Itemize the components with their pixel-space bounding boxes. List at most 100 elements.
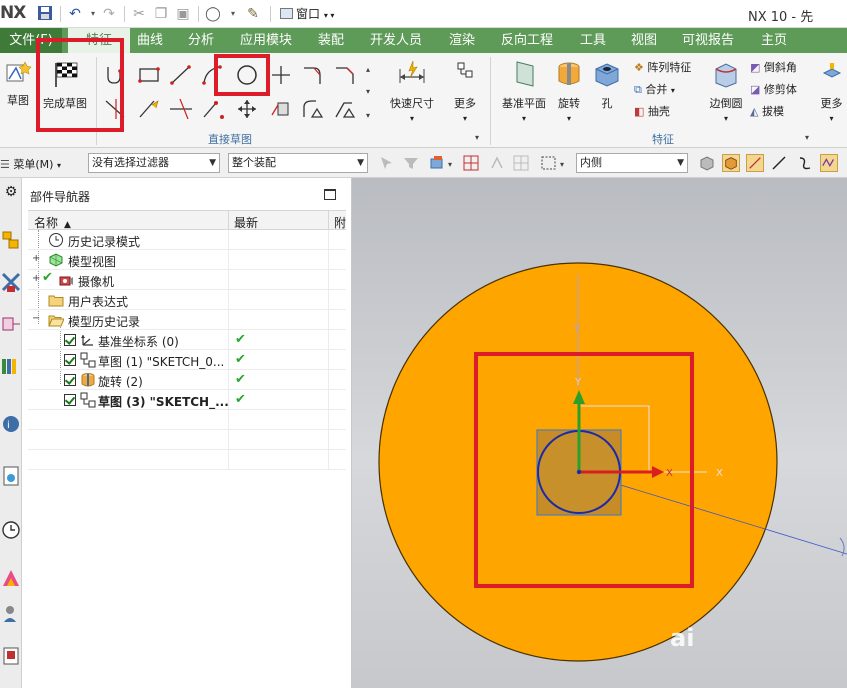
chamfer-button[interactable]: ◩ 倒斜角 — [750, 59, 797, 75]
grid-icon[interactable] — [512, 154, 530, 172]
redo-icon[interactable]: ↷ — [100, 5, 118, 23]
tab-reverse-engineering[interactable]: 反向工程 — [501, 28, 553, 53]
extend-icon[interactable] — [168, 97, 194, 121]
column-third-header[interactable]: 附 — [334, 214, 346, 231]
trim-body-button[interactable]: ◪ 修剪体 — [750, 81, 797, 97]
selection-filter-dropdown[interactable]: 没有选择过滤器 ▼ — [88, 153, 220, 173]
offset-icon[interactable] — [200, 97, 226, 121]
tree-row-sketch-3[interactable]: 草图 (3) "SKETCH_... ✔ — [28, 390, 346, 410]
revolve-button[interactable]: 旋转 ▾ — [552, 59, 586, 124]
tab-tools[interactable]: 工具 — [580, 28, 606, 53]
web-browser-icon[interactable]: i — [1, 412, 21, 436]
chevron-down-icon[interactable]: ▾ — [366, 111, 370, 120]
draft-button[interactable]: ◭ 拔模 — [750, 103, 784, 119]
history-palette-icon[interactable] — [1, 464, 21, 488]
point-icon[interactable] — [268, 63, 294, 87]
tree-row-datum-csys[interactable]: 基准坐标系 (0) ✔ — [28, 330, 346, 350]
edge-blend-button[interactable]: 边倒圆 ▾ — [706, 59, 746, 124]
chevron-down-icon[interactable]: ▾ — [448, 160, 452, 169]
column-latest-header[interactable]: 最新 — [234, 214, 258, 231]
sketch-button[interactable]: 草图 — [2, 59, 34, 108]
shaded-icon[interactable] — [698, 154, 716, 172]
chevron-down-icon[interactable]: ▾ — [224, 5, 242, 23]
view-selection-icon[interactable] — [428, 154, 446, 172]
tab-analysis[interactable]: 分析 — [188, 28, 214, 53]
chevron-down-icon[interactable]: ▾ — [475, 133, 479, 142]
menu-button[interactable]: ☰ 菜单(M) ▾ — [0, 156, 61, 172]
chamfer-sketch-icon[interactable] — [332, 63, 358, 87]
tab-assembly[interactable]: 装配 — [318, 28, 344, 53]
constraint-navigator-icon[interactable] — [1, 312, 21, 336]
hole-button[interactable]: 孔 — [592, 59, 622, 111]
circle-icon[interactable]: ◯ — [204, 5, 222, 23]
rectangle-icon[interactable] — [136, 63, 162, 87]
window-menu[interactable]: 窗口 ▾ ▾ — [280, 5, 334, 23]
filter-icon[interactable] — [402, 154, 420, 172]
roles-icon[interactable] — [1, 602, 21, 626]
collapse-icon[interactable]: − — [32, 313, 40, 324]
mirror-icon[interactable] — [268, 97, 294, 121]
paste-icon[interactable]: ▣ — [174, 5, 192, 23]
chevron-down-icon[interactable]: ▾ — [805, 133, 809, 142]
cut-icon[interactable]: ✂ — [130, 5, 148, 23]
curve-select-icon[interactable] — [746, 154, 764, 172]
column-name-header[interactable]: 名称 ▲ — [34, 214, 71, 231]
tab-home[interactable]: 主页 — [761, 28, 787, 53]
print-icon[interactable] — [1, 644, 21, 668]
brush-icon[interactable]: ✎ — [244, 5, 262, 23]
line-select-icon[interactable] — [770, 154, 788, 172]
tab-view[interactable]: 视图 — [631, 28, 657, 53]
undo-icon[interactable]: ↶ — [66, 5, 84, 23]
tab-developer[interactable]: 开发人员 — [370, 28, 422, 53]
line-icon[interactable] — [168, 63, 194, 87]
tree-row-model-views[interactable]: + 模型视图 — [28, 250, 346, 270]
tab-application[interactable]: 应用模块 — [240, 28, 292, 53]
save-icon[interactable] — [36, 5, 54, 23]
tree-row-history-mode[interactable]: 历史记录模式 — [28, 230, 346, 250]
maximize-icon[interactable] — [324, 189, 336, 200]
visibility-checkbox[interactable] — [64, 374, 76, 386]
wave-icon[interactable] — [820, 154, 838, 172]
quick-trim-icon[interactable] — [136, 97, 162, 121]
tab-render[interactable]: 渲染 — [449, 28, 475, 53]
assembly-navigator-icon[interactable] — [1, 270, 21, 294]
assembly-scope-dropdown[interactable]: 整个装配 ▼ — [228, 153, 368, 173]
move-curve-icon[interactable] — [234, 97, 260, 121]
select-icon[interactable] — [378, 154, 396, 172]
quick-dimension-button[interactable]: 快速尺寸 ▾ — [388, 59, 436, 124]
inside-option-dropdown[interactable]: 内侧 ▼ — [576, 153, 688, 173]
snap-icon[interactable] — [488, 154, 506, 172]
reuse-library-icon[interactable] — [1, 354, 21, 378]
polygon-icon[interactable] — [300, 97, 326, 121]
spline-icon[interactable] — [796, 154, 814, 172]
unite-button[interactable]: ⧉ 合并 ▾ — [634, 81, 675, 97]
copy-icon[interactable]: ❐ — [152, 5, 170, 23]
tab-curve[interactable]: 曲线 — [137, 28, 163, 53]
tab-visual-report[interactable]: 可视报告 — [682, 28, 734, 53]
box-select-icon[interactable] — [540, 154, 558, 172]
more-feature-button[interactable]: 更多 ▾ — [816, 59, 847, 124]
chevron-down-icon[interactable]: ▾ — [560, 160, 564, 169]
fillet-icon[interactable] — [300, 63, 326, 87]
tree-row-sketch-1[interactable]: 草图 (1) "SKETCH_0... ✔ — [28, 350, 346, 370]
expand-icon[interactable]: + — [32, 253, 40, 264]
tree-row-user-expressions[interactable]: 用户表达式 — [28, 290, 346, 310]
visibility-checkbox[interactable] — [64, 394, 76, 406]
crosshair-icon[interactable] — [462, 154, 480, 172]
gear-icon[interactable]: ⚙ — [1, 184, 21, 208]
expand-icon[interactable]: + — [32, 273, 40, 284]
datum-plane-button[interactable]: 基准平面 ▾ — [496, 59, 552, 124]
visibility-checkbox[interactable] — [64, 334, 76, 346]
chevron-up-icon[interactable]: ▴ — [366, 65, 370, 74]
more-sketch-button[interactable]: 更多 ▾ — [448, 59, 482, 124]
pattern-feature-button[interactable]: ❖ 阵列特征 — [634, 59, 691, 75]
geometric-constraint-icon[interactable] — [332, 97, 358, 121]
chevron-down-icon[interactable]: ▾ — [366, 87, 370, 96]
tree-row-model-history[interactable]: − 模型历史记录 — [28, 310, 346, 330]
system-material-icon[interactable] — [1, 566, 21, 590]
solid-body-icon[interactable] — [722, 154, 740, 172]
clock-icon[interactable] — [1, 518, 21, 542]
tree-row-cameras[interactable]: + ✔ 摄像机 — [28, 270, 346, 290]
visibility-checkbox[interactable] — [64, 354, 76, 366]
part-navigator-icon[interactable] — [1, 228, 21, 252]
